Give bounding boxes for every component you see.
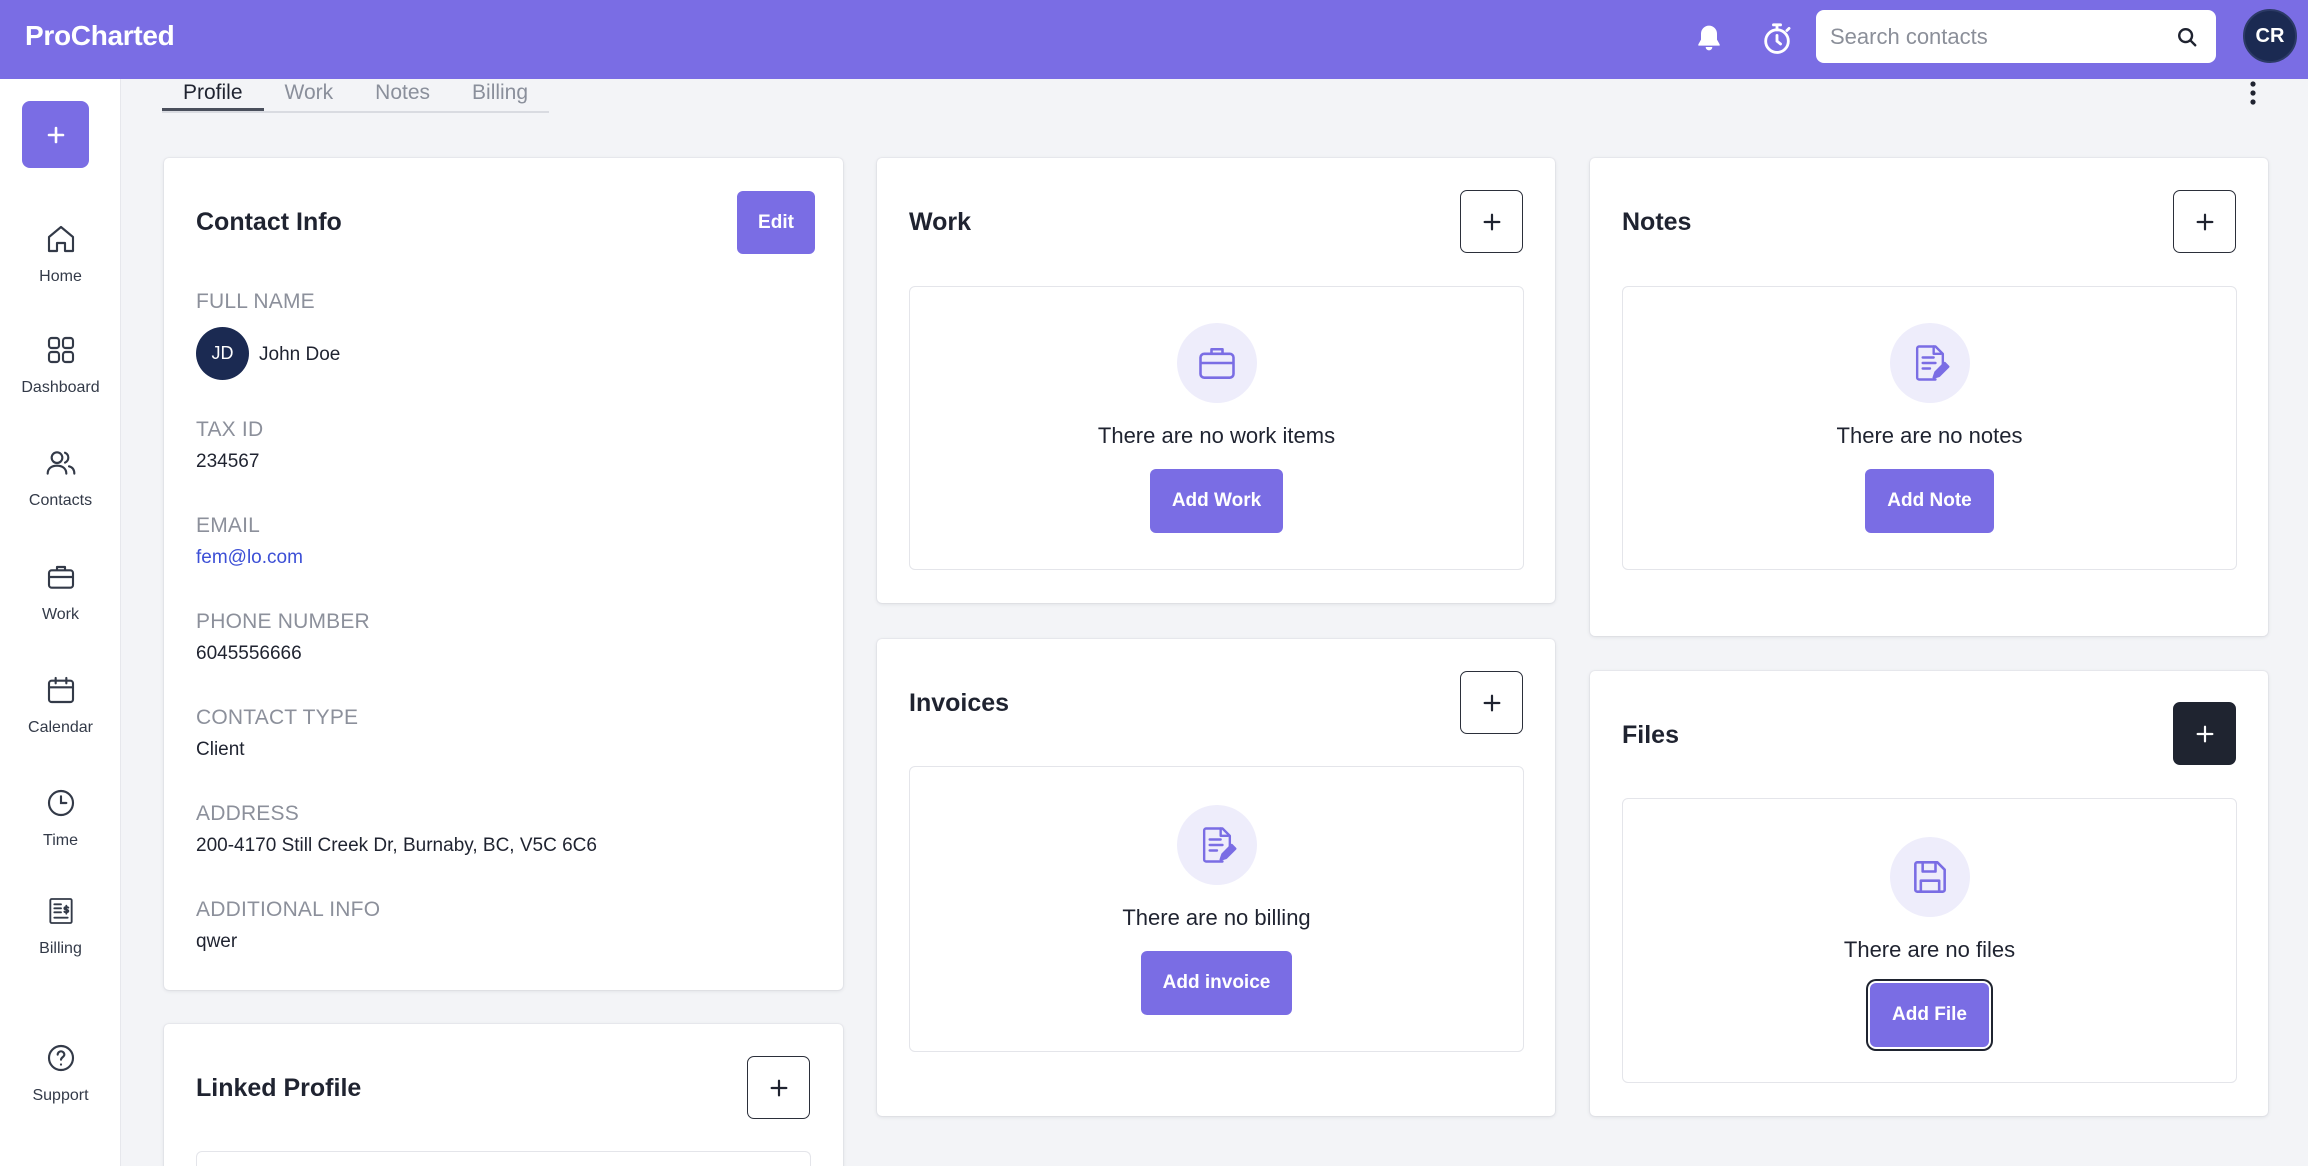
sidebar-item-label: Work [41, 606, 80, 623]
invoices-empty-text: There are no billing [1122, 905, 1311, 930]
sidebar-item-label: Dashboard [21, 379, 100, 396]
invoices-empty-state: There are no billing Add invoice [909, 766, 1524, 1052]
notes-card: Notes There are no notes Add Note [1590, 158, 2268, 636]
add-file-button[interactable]: Add File [1870, 983, 1989, 1047]
briefcase-icon [1176, 323, 1257, 403]
full-name-value: John Doe [259, 344, 341, 365]
billing-icon [42, 892, 80, 930]
plus-icon [2196, 725, 2213, 742]
sidebar-item-billing[interactable]: Billing [0, 892, 121, 982]
notes-title: Notes [1622, 208, 1692, 236]
sidebar-item-time[interactable]: Time [0, 784, 121, 874]
help-icon [42, 1039, 80, 1077]
sidebar-item-label: Time [43, 832, 78, 849]
add-work-plus-button[interactable] [1460, 190, 1523, 253]
profile-tabs: Profile Work Notes Billing [162, 79, 550, 113]
search-icon[interactable] [2172, 22, 2202, 52]
sidebar-item-label: Home [39, 268, 82, 285]
invoices-title: Invoices [909, 689, 1010, 717]
user-avatar[interactable]: CR [2243, 9, 2297, 63]
add-invoice-plus-button[interactable] [1460, 671, 1523, 734]
files-title: Files [1622, 721, 1679, 749]
sidebar-item-dashboard[interactable]: Dashboard [0, 331, 121, 421]
work-card: Work There are no work items Add Work [877, 158, 1555, 603]
plus-icon [1483, 694, 1500, 711]
document-edit-icon [1176, 805, 1257, 885]
add-file-plus-button[interactable] [2173, 702, 2236, 765]
contacts-icon [42, 444, 80, 482]
sidebar: Home Dashboard Contacts Work Calendar Ti… [0, 79, 121, 1166]
plus-icon [1483, 213, 1500, 230]
contact-info-title: Contact Info [196, 208, 342, 236]
add-linked-profile-button[interactable] [747, 1056, 810, 1119]
sidebar-item-contacts[interactable]: Contacts [0, 444, 121, 534]
linked-profile-card: Linked Profile [164, 1024, 843, 1166]
contact-info-card: Contact Info Edit FULL NAME JD John Doe … [164, 158, 843, 990]
files-empty-state: There are no files Add File [1622, 798, 2237, 1083]
sidebar-item-calendar[interactable]: Calendar [0, 671, 121, 761]
invoices-card: Invoices There are no billing Add invoic… [877, 639, 1555, 1116]
phone-value: 6045556666 [196, 643, 302, 664]
search-box [1816, 10, 2216, 63]
calendar-icon [42, 671, 80, 709]
files-card: Files There are no files Add File [1590, 671, 2268, 1116]
notes-empty-text: There are no notes [1836, 423, 2023, 448]
contact-type-value: Client [196, 739, 245, 760]
work-empty-state: There are no work items Add Work [909, 286, 1524, 570]
tax-id-label: TAX ID [196, 418, 264, 441]
sidebar-item-work[interactable]: Work [0, 558, 121, 648]
bell-icon[interactable] [1690, 20, 1728, 58]
note-edit-icon [1889, 323, 1970, 403]
tab-notes[interactable]: Notes [354, 79, 451, 111]
edit-button[interactable]: Edit [737, 191, 815, 254]
home-icon [42, 220, 80, 258]
tab-profile[interactable]: Profile [162, 79, 264, 111]
linked-profile-list [196, 1151, 811, 1166]
plus-icon [770, 1079, 787, 1096]
briefcase-icon [42, 558, 80, 596]
add-note-plus-button[interactable] [2173, 190, 2236, 253]
address-label: ADDRESS [196, 802, 299, 825]
sidebar-item-home[interactable]: Home [0, 220, 121, 310]
additional-info-value: qwer [196, 931, 238, 952]
create-new-button[interactable] [22, 101, 89, 168]
top-bar: ProCharted CR [0, 0, 2308, 79]
plus-icon [2196, 213, 2213, 230]
phone-label: PHONE NUMBER [196, 610, 370, 633]
add-note-button[interactable]: Add Note [1865, 469, 1994, 533]
save-disk-icon [1889, 837, 1970, 917]
more-options-icon[interactable] [2240, 78, 2266, 108]
files-empty-text: There are no files [1843, 937, 2016, 962]
add-work-button[interactable]: Add Work [1149, 469, 1284, 533]
add-invoice-button[interactable]: Add invoice [1140, 951, 1293, 1015]
search-input[interactable] [1816, 10, 2156, 63]
additional-info-label: ADDITIONAL INFO [196, 898, 381, 921]
sidebar-item-label: Contacts [28, 492, 93, 509]
sidebar-item-label: Calendar [28, 719, 93, 736]
contact-type-label: CONTACT TYPE [196, 706, 359, 729]
brand-logo[interactable]: ProCharted [25, 20, 175, 52]
tab-work[interactable]: Work [264, 79, 355, 111]
full-name-label: FULL NAME [196, 290, 315, 313]
tab-billing[interactable]: Billing [451, 79, 549, 111]
work-title: Work [909, 208, 972, 236]
contact-avatar: JD [196, 327, 249, 380]
email-link[interactable]: fem@lo.com [196, 547, 303, 569]
notes-empty-state: There are no notes Add Note [1622, 286, 2237, 570]
dashboard-icon [42, 331, 80, 369]
work-empty-text: There are no work items [1097, 423, 1336, 448]
clock-icon [42, 784, 80, 822]
linked-profile-title: Linked Profile [196, 1074, 362, 1102]
stopwatch-icon[interactable] [1758, 20, 1796, 58]
sidebar-item-label: Billing [39, 940, 82, 957]
address-value: 200-4170 Still Creek Dr, Burnaby, BC, V5… [196, 835, 597, 856]
email-label: EMAIL [196, 514, 261, 537]
sidebar-item-support[interactable]: Support [0, 1039, 121, 1129]
sidebar-item-label: Support [32, 1087, 89, 1104]
tax-id-value: 234567 [196, 451, 260, 472]
